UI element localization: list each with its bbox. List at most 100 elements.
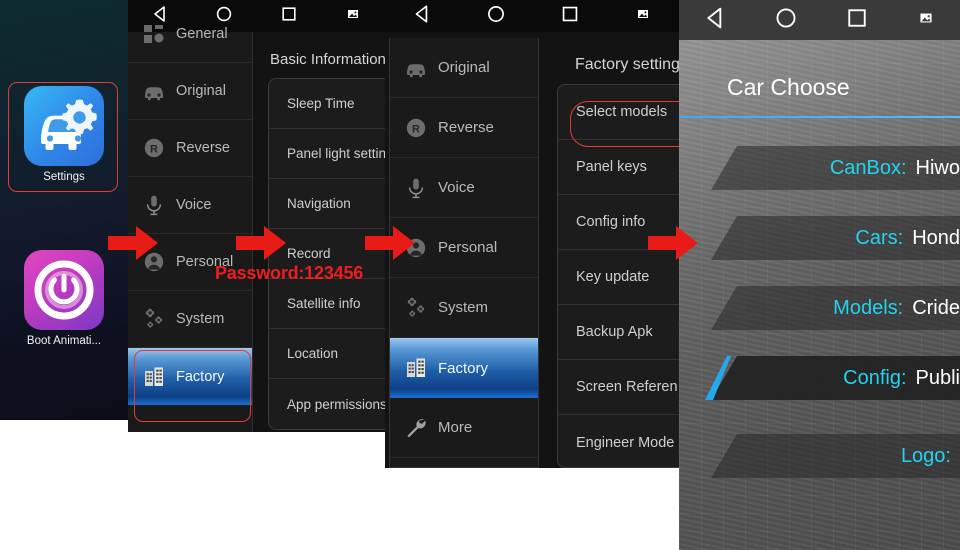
sidebar-item-label: Original <box>176 83 226 99</box>
car-gear-icon <box>24 86 104 166</box>
sidebar-item-factory[interactable]: Factory <box>390 338 538 398</box>
list-item[interactable]: Panel keys <box>558 140 679 195</box>
list-item-label: Sleep Time <box>287 96 355 111</box>
recents-icon[interactable] <box>845 6 869 35</box>
list-item-label: Panel light setting <box>287 146 385 161</box>
car-icon <box>404 56 428 80</box>
row-key: Logo: <box>900 444 951 467</box>
app-boot-animation[interactable]: Boot Animati... <box>9 250 119 347</box>
list-item-label: Panel keys <box>576 159 647 175</box>
recents-icon[interactable] <box>560 4 580 29</box>
sidebar-item-general[interactable]: General <box>128 6 252 63</box>
car-choose-row-cars[interactable]: Cars: Hond <box>679 212 960 264</box>
row-value: Publi <box>915 366 960 389</box>
list-item[interactable]: Backup Apk <box>558 305 679 360</box>
gears-icon <box>142 307 166 331</box>
page-title: Car Choose <box>727 74 850 100</box>
navigation-bar <box>679 0 960 40</box>
grid-icon <box>142 22 166 46</box>
sidebar-item-factory[interactable]: Factory <box>128 348 252 405</box>
list-item[interactable]: Navigation <box>269 179 385 229</box>
sidebar-item-label: Voice <box>176 197 212 213</box>
flow-arrow-3 <box>365 226 415 260</box>
content-title: Basic Information <box>270 51 385 68</box>
sidebar-item-label: Factory <box>438 359 489 377</box>
content-title: Factory setting <box>575 56 679 73</box>
microphone-icon <box>404 176 428 200</box>
factory-panel: Original R Reverse Voice Personal System Facto… <box>385 0 679 468</box>
sidebar-item-original[interactable]: Original <box>128 63 252 120</box>
screenshot-icon[interactable] <box>916 8 936 33</box>
navigation-bar <box>385 0 679 32</box>
sidebar-item-system[interactable]: System <box>390 278 538 338</box>
sidebar-item-reverse[interactable]: R Reverse <box>390 98 538 158</box>
back-icon[interactable] <box>412 4 432 29</box>
list-item[interactable]: Satellite info <box>269 279 385 329</box>
row-key: Cars: <box>855 226 904 249</box>
car-choose-row-config[interactable]: Config: Publi <box>679 352 960 404</box>
flow-arrow-4 <box>648 226 698 260</box>
car-choose-row-models[interactable]: Models: Cride <box>679 282 960 334</box>
flow-arrow-2 <box>236 226 286 260</box>
sidebar-item-reverse[interactable]: R Reverse <box>128 120 252 177</box>
row-value: Hond <box>912 226 960 249</box>
gears-icon <box>404 296 428 320</box>
list-item-label: Screen Referen <box>576 379 678 395</box>
reverse-r-icon: R <box>142 136 166 160</box>
car-choose-row-logo[interactable]: Logo: <box>679 430 960 482</box>
sidebar-item-more[interactable]: More <box>390 398 538 458</box>
list-item-label: Engineer Mode <box>576 434 675 451</box>
row-key: Config: <box>843 366 907 389</box>
svg-text:R: R <box>412 123 420 135</box>
settings-panel: General Original R Reverse Voice Personal Syst… <box>128 0 385 432</box>
list-item-label: Satellite info <box>287 296 361 311</box>
list-item-label: App permissions <box>287 396 385 412</box>
row-value: Cride <box>912 296 960 319</box>
app-label: Boot Animati... <box>26 335 102 347</box>
list-item[interactable]: App permissions <box>269 379 385 429</box>
recents-icon[interactable] <box>280 5 298 28</box>
sidebar-item-label: System <box>176 311 225 327</box>
list-item[interactable]: Select models <box>558 85 679 140</box>
sidebar-item-label: Personal <box>438 239 498 256</box>
factory-setting-card: Select models Panel keys Config info Key up… <box>557 84 679 468</box>
home-icon[interactable] <box>774 6 798 35</box>
sidebar-item-label: General <box>176 26 228 42</box>
screenshot-icon[interactable] <box>344 5 362 28</box>
power-icon <box>24 250 104 330</box>
sidebar-item-label: Voice <box>438 179 475 196</box>
car-choose-row-canbox[interactable]: CanBox: Hiwo <box>679 142 960 194</box>
sidebar-item-label: Reverse <box>176 140 230 156</box>
list-item-label: Record <box>287 246 331 261</box>
row-key: CanBox: <box>829 156 907 179</box>
sidebar-item-label: System <box>438 299 489 316</box>
list-item-label: Navigation <box>287 196 351 211</box>
list-item-label: Location <box>287 346 339 361</box>
sidebar-item-system[interactable]: System <box>128 291 252 348</box>
list-item[interactable]: Engineer Mode <box>558 415 679 468</box>
list-item-label: Key update <box>576 269 650 285</box>
list-item-label: Backup Apk <box>576 324 653 340</box>
back-icon[interactable] <box>703 6 727 35</box>
list-item[interactable]: Location <box>269 329 385 379</box>
screenshot-icon[interactable] <box>634 5 652 28</box>
list-item-label: Select models <box>576 104 668 120</box>
home-icon[interactable] <box>486 4 506 29</box>
sidebar-item-original[interactable]: Original <box>390 38 538 98</box>
app-label: Settings <box>43 171 85 183</box>
list-item[interactable]: Sleep Time <box>269 79 385 129</box>
wrench-icon <box>404 416 428 440</box>
app-settings[interactable]: Settings <box>9 86 119 183</box>
sidebar-item-voice[interactable]: Voice <box>390 158 538 218</box>
microphone-icon <box>142 193 166 217</box>
reverse-r-icon: R <box>404 116 428 140</box>
car-icon <box>142 79 166 103</box>
list-item[interactable]: Screen Referen <box>558 360 679 415</box>
sidebar-item-label: Reverse <box>438 119 494 136</box>
launcher-panel: Settings Boot Animati... <box>0 0 128 420</box>
row-value: Hiwo <box>915 156 960 179</box>
sidebar-item-label: More <box>438 419 473 436</box>
password-annotation: Password:123456 <box>215 263 364 283</box>
list-item-label: Config info <box>576 214 646 230</box>
list-item[interactable]: Panel light setting <box>269 129 385 179</box>
